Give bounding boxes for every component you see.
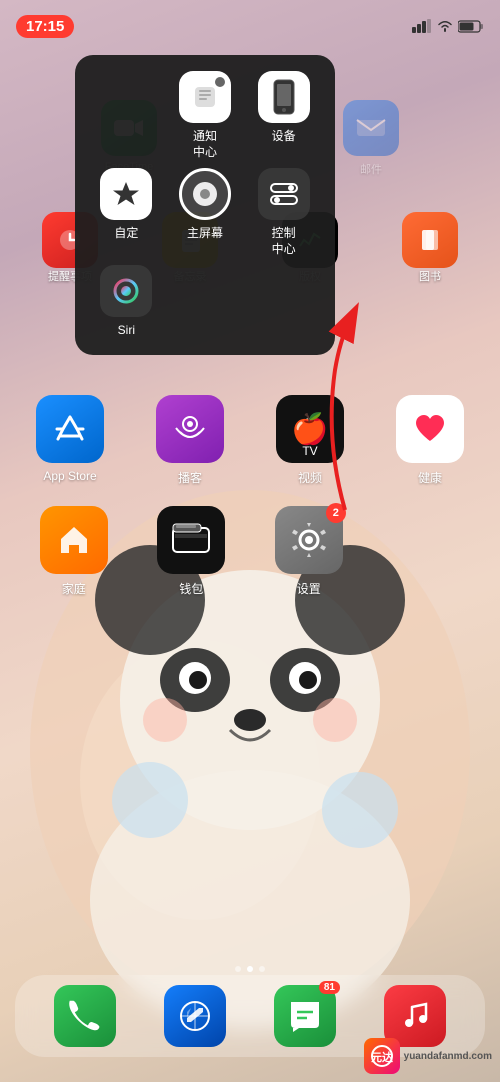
- notification-center-label: 通知中心: [193, 129, 217, 160]
- control-center-label: 控制中心: [272, 226, 296, 257]
- wallet-label: 钱包: [179, 580, 203, 597]
- wallet-icon: [157, 506, 225, 574]
- mail-icon: [343, 100, 399, 156]
- safari-icon: [164, 985, 226, 1047]
- phone-icon: [54, 985, 116, 1047]
- menu-notification-center[interactable]: 通知中心: [170, 71, 241, 160]
- menu-customize[interactable]: 自定: [91, 168, 162, 257]
- status-bar: 17:15: [0, 0, 500, 44]
- app-grid: App Store 播客: [0, 395, 500, 617]
- empty-slot: [368, 506, 486, 597]
- appstore-icon: [36, 395, 104, 463]
- dock-messages[interactable]: 81: [274, 985, 336, 1047]
- status-time: 17:15: [16, 15, 74, 38]
- app-health[interactable]: 健康: [385, 395, 475, 486]
- app-appstore[interactable]: App Store: [25, 395, 115, 486]
- svg-text:元达: 元达: [371, 1050, 393, 1064]
- battery-icon: [458, 20, 484, 33]
- books-app[interactable]: [394, 212, 466, 268]
- dock-safari[interactable]: [164, 985, 226, 1047]
- menu-device[interactable]: 设备: [248, 71, 319, 160]
- signal-icon: [412, 19, 432, 33]
- settings-label: 设置: [297, 580, 321, 597]
- messages-icon: [274, 985, 336, 1047]
- device-icon: [258, 71, 310, 123]
- app-podcasts[interactable]: 播客: [145, 395, 235, 486]
- watermark-logo: 元达: [364, 1038, 400, 1074]
- app-row-2: 家庭 钱包 2 设置: [10, 506, 490, 597]
- mail-label: 邮件: [360, 161, 382, 177]
- watermark: 元达 yuandafanmd.com: [364, 1038, 492, 1074]
- page-dots: [235, 966, 265, 972]
- tutorial-arrow: [295, 290, 375, 520]
- appstore-label: App Store: [43, 469, 96, 483]
- messages-badge: 81: [319, 981, 340, 994]
- watermark-text: yuandafanmd.com: [404, 1051, 492, 1062]
- customize-icon: [100, 168, 152, 220]
- home-screen-label: 主屏幕: [187, 226, 223, 242]
- app-home[interactable]: 家庭: [15, 506, 133, 597]
- books-label: 图书: [394, 268, 466, 284]
- home-label: 家庭: [62, 580, 86, 597]
- customize-label: 自定: [114, 226, 138, 242]
- menu-siri[interactable]: Siri: [91, 265, 162, 339]
- menu-home-screen[interactable]: 主屏幕: [170, 168, 241, 257]
- health-label: 健康: [418, 469, 442, 486]
- podcasts-icon: [156, 395, 224, 463]
- page-dot-3: [259, 966, 265, 972]
- siri-label: Siri: [118, 323, 135, 339]
- device-label: 设备: [272, 129, 296, 145]
- app-row-1: App Store 播客: [10, 395, 490, 486]
- app-mail[interactable]: 邮件: [336, 100, 406, 177]
- app-wallet[interactable]: 钱包: [133, 506, 251, 597]
- home-screen-icon: [179, 168, 231, 220]
- page-dot-2: [247, 966, 253, 972]
- wifi-icon: [437, 20, 453, 32]
- status-icons: [412, 19, 484, 33]
- notification-dot: [215, 77, 225, 87]
- control-center-icon: [258, 168, 310, 220]
- home-icon: [40, 506, 108, 574]
- page-dot-1: [235, 966, 241, 972]
- dock-phone[interactable]: [54, 985, 116, 1047]
- books-app-icon: [402, 212, 458, 268]
- menu-control-center[interactable]: 控制中心: [248, 168, 319, 257]
- notification-center-icon: [179, 71, 231, 123]
- health-icon: [396, 395, 464, 463]
- siri-icon: [100, 265, 152, 317]
- podcasts-label: 播客: [178, 469, 202, 486]
